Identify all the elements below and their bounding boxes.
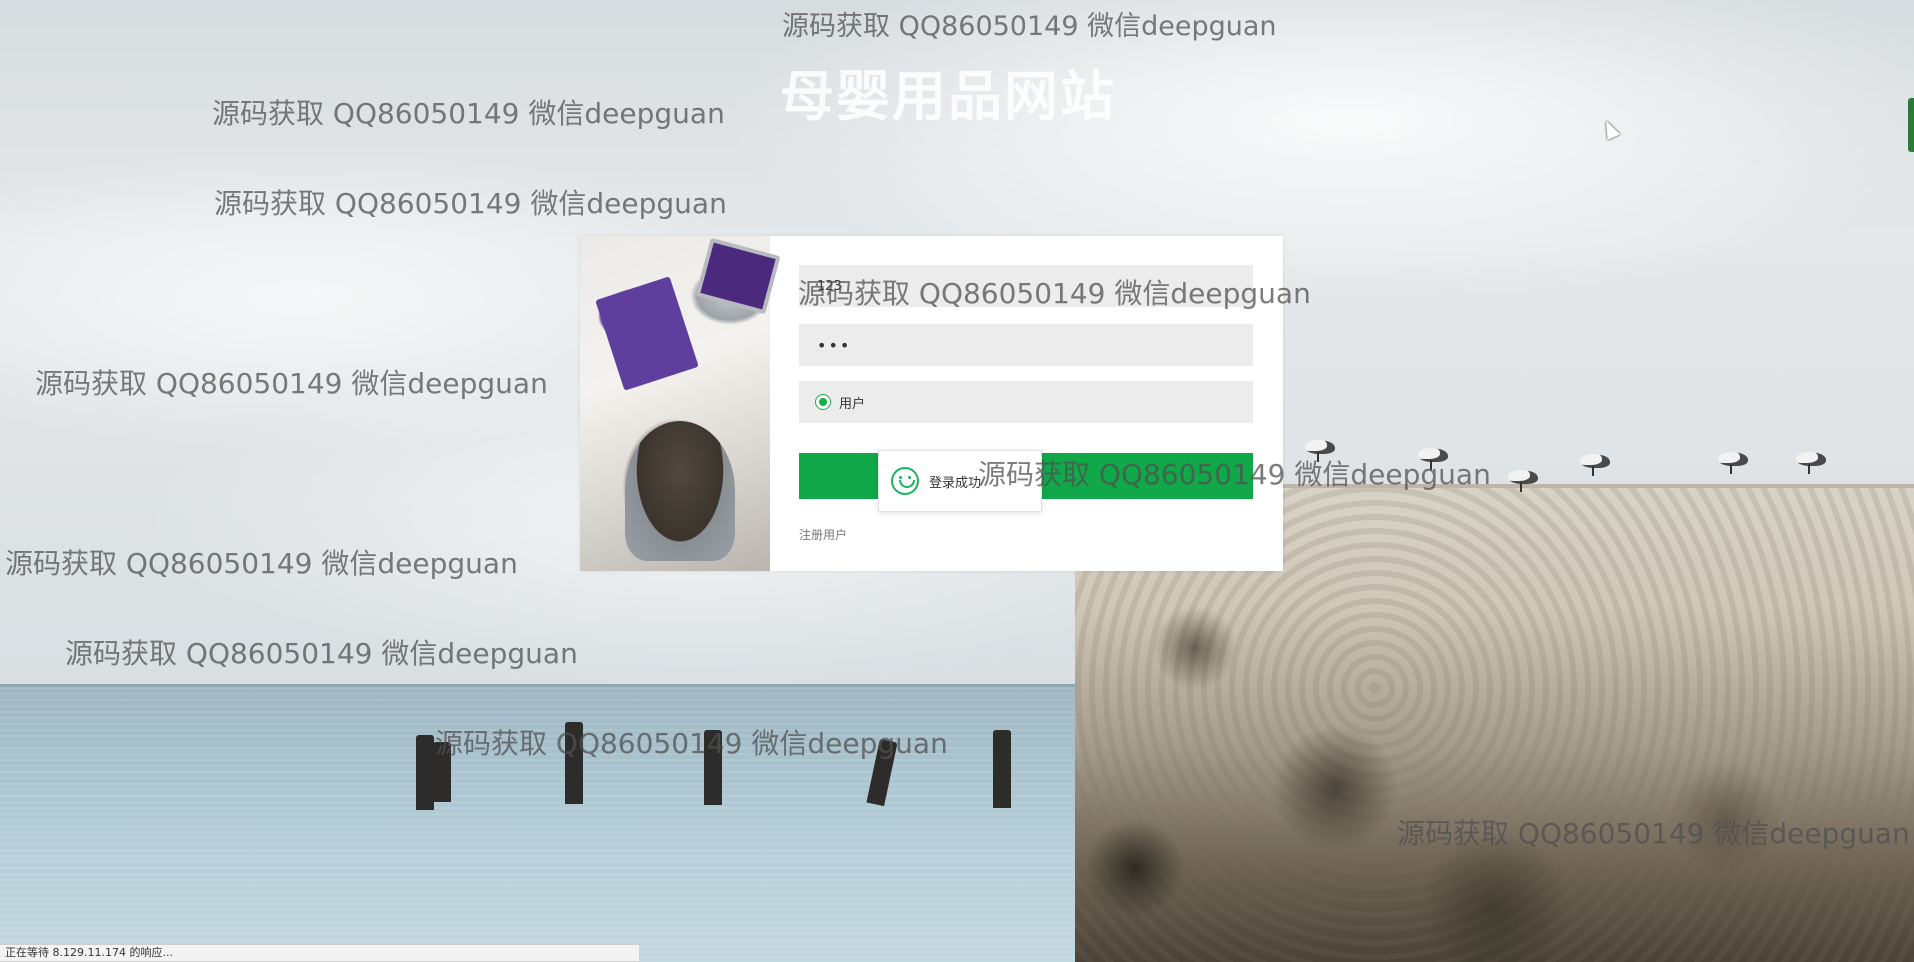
login-card: 用户 注册用户	[580, 236, 1283, 571]
edge-tab[interactable]	[1908, 98, 1914, 152]
register-link[interactable]: 注册用户	[799, 526, 847, 543]
role-selector: 用户	[799, 381, 1253, 423]
browser-status-bar: 正在等待 8.129.11.174 的响应...	[0, 944, 640, 962]
gull	[1718, 452, 1748, 474]
photo-laptop	[695, 237, 781, 315]
pier-post	[565, 722, 583, 804]
photo-notebook	[595, 276, 699, 391]
site-title: 母婴用品网站	[780, 65, 1116, 128]
gull	[1305, 440, 1335, 462]
toast-message: 登录成功	[929, 475, 982, 491]
password-field[interactable]	[799, 324, 1253, 366]
gull	[1796, 452, 1826, 474]
pier-post	[416, 735, 434, 810]
radio-dot	[819, 398, 827, 406]
pier-post	[993, 730, 1011, 808]
smile-icon	[891, 467, 919, 495]
pier-post	[704, 730, 722, 805]
pier-post	[433, 742, 451, 802]
username-field[interactable]	[799, 265, 1253, 307]
role-radio[interactable]	[815, 394, 831, 410]
gull	[1418, 448, 1448, 470]
sea	[0, 687, 1080, 962]
role-label: 用户	[839, 396, 866, 412]
photo-person	[625, 421, 735, 561]
login-success-toast: 登录成功	[878, 450, 1042, 512]
login-photo	[580, 236, 781, 571]
gull	[1508, 470, 1538, 492]
gull	[1580, 454, 1610, 476]
